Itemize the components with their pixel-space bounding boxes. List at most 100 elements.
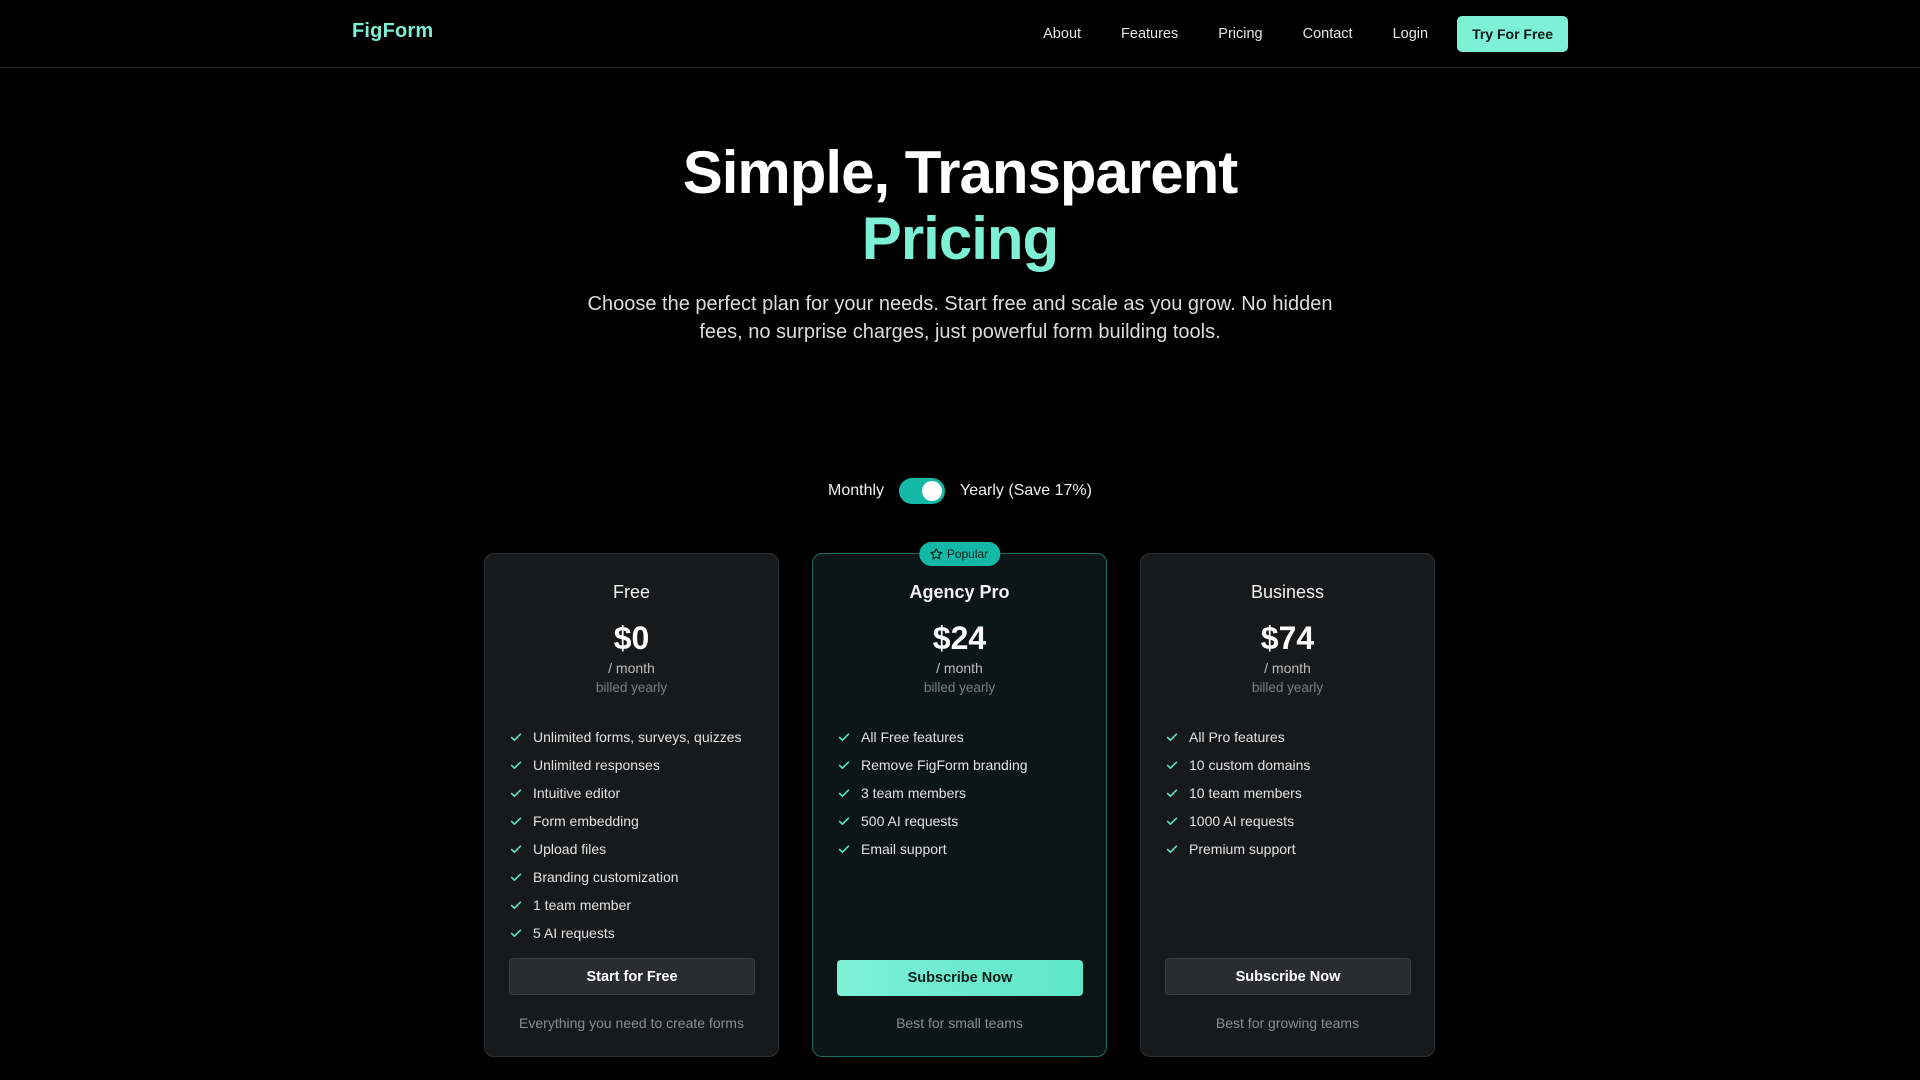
check-icon [838,845,850,854]
billing-toggle-group: Monthly Yearly (Save 17%) [0,478,1920,504]
feature-text: 1000 AI requests [1189,813,1295,829]
plan-period: / month [1264,660,1311,676]
billing-toggle-switch[interactable] [899,478,946,504]
feature-item: 10 custom domains [1165,751,1410,779]
monthly-label[interactable]: Monthly [828,482,884,500]
plan-billing-note: billed yearly [923,680,996,695]
check-icon [510,901,522,910]
feature-text: Upload files [533,841,607,857]
toggle-knob [922,481,943,501]
check-icon [1166,817,1178,826]
feature-item: All Pro features [1165,723,1410,751]
star-icon [929,548,942,560]
plan-period: / month [936,660,983,676]
check-icon [838,761,850,770]
plan-tagline: Best for small teams [896,1015,1023,1031]
check-icon [1166,733,1178,742]
feature-item: 3 team members [837,779,1082,807]
nav-link-about[interactable]: About [1043,26,1081,42]
feature-item: Branding customization [509,863,754,891]
feature-list: Unlimited forms, surveys, quizzes Unlimi… [509,723,754,947]
feature-text: 5 AI requests [533,925,615,941]
feature-text: 1 team member [533,897,632,913]
check-icon [510,845,522,854]
feature-item: 1000 AI requests [1165,807,1410,835]
nav-link-contact[interactable]: Contact [1303,26,1353,42]
pricing-plans: Free $0 / month billed yearly Unlimited … [484,542,1436,1057]
feature-text: All Free features [861,729,964,745]
check-icon [1166,789,1178,798]
feature-text: Intuitive editor [533,785,621,801]
feature-text: 3 team members [861,785,967,801]
feature-text: Email support [861,841,947,857]
plan-tagline: Best for growing teams [1215,1015,1360,1031]
feature-item: 10 team members [1165,779,1410,807]
feature-text: Form embedding [533,813,639,829]
feature-text: Branding customization [533,869,679,885]
feature-item: 5 AI requests [509,919,754,947]
check-icon [1166,761,1178,770]
feature-item: 500 AI requests [837,807,1082,835]
plan-billing-note: billed yearly [1251,680,1324,695]
plan-card-agency-pro: Popular Agency Pro $24 / month billed ye… [812,542,1107,1057]
plan-tagline: Everything you need to create forms [519,1015,744,1031]
page-title-line1: Simple, Transparent [682,139,1239,206]
feature-text: All Pro features [1189,729,1285,745]
feature-item: Upload files [509,835,754,863]
check-icon [838,733,850,742]
hero-section: Simple, Transparent Pricing Choose the p… [0,140,1920,346]
plan-price: $74 [1260,620,1315,656]
nav-link-login[interactable]: Login [1393,26,1428,42]
feature-item: Unlimited forms, surveys, quizzes [509,723,754,751]
plan-price: $24 [932,620,987,656]
check-icon [510,873,522,882]
plan-name: Business [1250,582,1325,602]
feature-item: Intuitive editor [509,779,754,807]
plan-name: Agency Pro [909,582,1010,602]
try-for-free-button[interactable]: Try For Free [1457,16,1568,52]
page-title: Simple, Transparent Pricing [0,140,1920,272]
feature-text: Remove FigForm branding [861,757,1028,773]
page-title-highlight: Pricing [861,205,1059,272]
feature-text: Premium support [1189,841,1296,857]
subscribe-now-button-pro[interactable]: Subscribe Now [837,960,1083,996]
nav-link-pricing[interactable]: Pricing [1218,26,1262,42]
check-icon [510,789,522,798]
plan-billing-note: billed yearly [595,680,668,695]
feature-list: All Free features Remove FigForm brandin… [837,723,1082,863]
feature-text: Unlimited forms, surveys, quizzes [533,729,742,745]
feature-item: Unlimited responses [509,751,754,779]
feature-item: Form embedding [509,807,754,835]
start-for-free-button[interactable]: Start for Free [509,958,755,995]
popular-badge: Popular [918,542,1001,566]
feature-text: Unlimited responses [533,757,660,773]
feature-list: All Pro features 10 custom domains 10 te… [1165,723,1410,863]
check-icon [838,817,850,826]
check-icon [1166,845,1178,854]
plan-name: Free [612,582,650,602]
yearly-label[interactable]: Yearly (Save 17%) [960,482,1092,500]
check-icon [510,733,522,742]
feature-item: Email support [837,835,1082,863]
logo[interactable]: FigForm [352,20,433,43]
nav-links: About Features Pricing Contact Login Try… [1043,16,1568,52]
check-icon [510,761,522,770]
feature-item: Remove FigForm branding [837,751,1082,779]
check-icon [838,789,850,798]
feature-text: 10 custom domains [1189,757,1311,773]
nav-link-features[interactable]: Features [1121,26,1178,42]
feature-item: All Free features [837,723,1082,751]
plan-card-free: Free $0 / month billed yearly Unlimited … [484,553,779,1057]
hero-subtitle: Choose the perfect plan for your needs. … [587,293,1333,343]
plan-card-business: Business $74 / month billed yearly All P… [1140,553,1435,1057]
plan-price: $0 [613,620,650,656]
feature-item: 1 team member [509,891,754,919]
badge-label: Popular [946,547,989,561]
plan-period: / month [608,660,655,676]
check-icon [510,817,522,826]
feature-text: 10 team members [1189,785,1302,801]
subscribe-now-button-business[interactable]: Subscribe Now [1165,958,1411,995]
feature-item: Premium support [1165,835,1410,863]
check-icon [510,929,522,938]
feature-text: 500 AI requests [861,813,959,829]
